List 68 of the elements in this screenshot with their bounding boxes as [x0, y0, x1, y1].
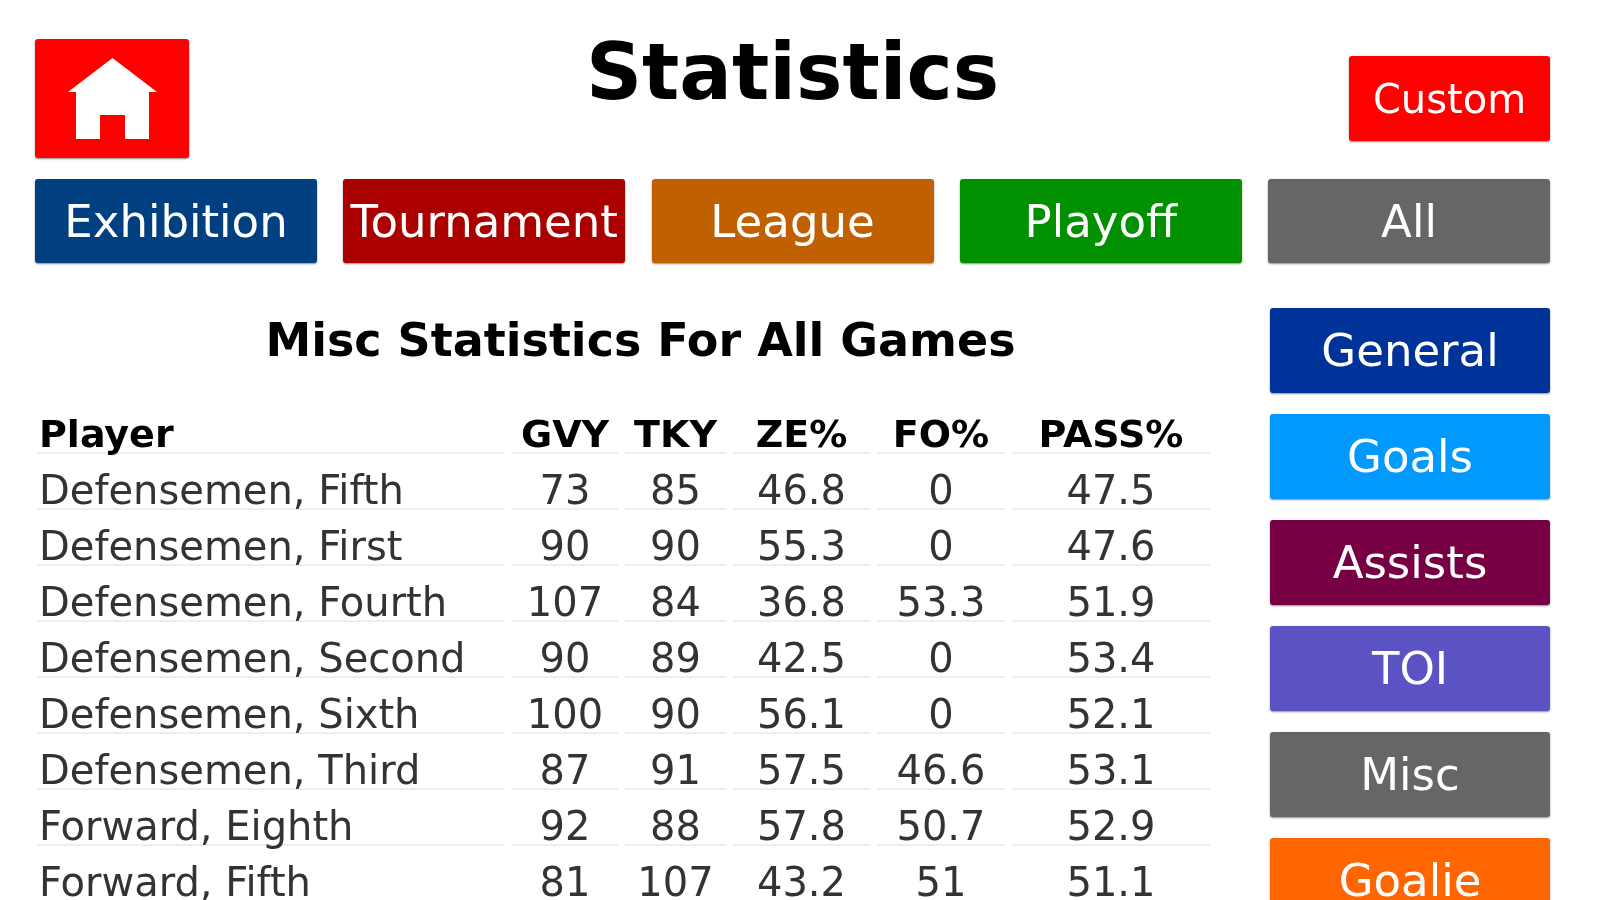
stat-cell: 87 — [512, 734, 618, 790]
stat-cell: 91 — [625, 734, 726, 790]
stat-cell: 52.9 — [1012, 790, 1210, 846]
stat-cell: 51 — [877, 846, 1005, 900]
stat-cell: 0 — [877, 678, 1005, 734]
stat-category-button[interactable]: General — [1270, 308, 1550, 393]
stat-cell: 36.8 — [733, 566, 870, 622]
stat-cell: 0 — [877, 510, 1005, 566]
player-name-cell: Defensemen, Fifth — [37, 454, 505, 510]
stat-cell: 85 — [625, 454, 726, 510]
stat-cell: 57.8 — [733, 790, 870, 846]
column-header: Player — [37, 400, 505, 454]
stat-category-button[interactable]: Misc — [1270, 732, 1550, 817]
home-icon — [67, 58, 157, 139]
stat-category-button[interactable]: Assists — [1270, 520, 1550, 605]
stat-cell: 53.3 — [877, 566, 1005, 622]
stat-cell: 53.4 — [1012, 622, 1210, 678]
stat-category-button[interactable]: TOI — [1270, 626, 1550, 711]
stat-cell: 56.1 — [733, 678, 870, 734]
game-type-button[interactable]: Playoff — [959, 179, 1242, 263]
player-name-cell: Defensemen, Fourth — [37, 566, 505, 622]
page-title: Statistics — [585, 33, 1000, 111]
stat-cell: 47.6 — [1012, 510, 1210, 566]
game-type-button[interactable]: League — [651, 179, 934, 263]
stat-cell: 81 — [512, 846, 618, 900]
stat-cell: 107 — [512, 566, 618, 622]
stat-cell: 90 — [625, 510, 726, 566]
stat-cell: 55.3 — [733, 510, 870, 566]
stat-cell: 92 — [512, 790, 618, 846]
stat-cell: 90 — [512, 622, 618, 678]
custom-button[interactable]: Custom — [1349, 56, 1550, 141]
stat-cell: 73 — [512, 454, 618, 510]
stat-cell: 57.5 — [733, 734, 870, 790]
stat-category-button[interactable]: Goals — [1270, 414, 1550, 499]
stat-cell: 42.5 — [733, 622, 870, 678]
table-heading: Misc Statistics For All Games — [264, 317, 1017, 363]
stat-cell: 43.2 — [733, 846, 870, 900]
stat-cell: 107 — [625, 846, 726, 900]
stat-cell: 51.1 — [1012, 846, 1210, 900]
stat-cell: 90 — [512, 510, 618, 566]
home-button[interactable] — [35, 39, 189, 158]
column-header: PASS% — [1012, 400, 1210, 454]
stat-cell: 100 — [512, 678, 618, 734]
stat-cell: 46.8 — [733, 454, 870, 510]
game-type-button[interactable]: Exhibition — [35, 179, 317, 263]
column-header: FO% — [877, 400, 1005, 454]
game-type-button[interactable]: All — [1268, 179, 1550, 263]
player-name-cell: Defensemen, Second — [37, 622, 505, 678]
stat-cell: 90 — [625, 678, 726, 734]
stat-cell: 0 — [877, 622, 1005, 678]
game-type-button[interactable]: Tournament — [343, 179, 626, 263]
player-name-cell: Defensemen, First — [37, 510, 505, 566]
column-header: ZE% — [733, 400, 870, 454]
stat-cell: 50.7 — [877, 790, 1005, 846]
stat-category-button[interactable]: Goalie — [1270, 838, 1550, 900]
stat-cell: 52.1 — [1012, 678, 1210, 734]
player-name-cell: Defensemen, Sixth — [37, 678, 505, 734]
stat-cell: 47.5 — [1012, 454, 1210, 510]
stat-cell: 88 — [625, 790, 726, 846]
stat-cell: 89 — [625, 622, 726, 678]
player-name-cell: Defensemen, Third — [37, 734, 505, 790]
column-header: TKY — [625, 400, 726, 454]
stat-cell: 46.6 — [877, 734, 1005, 790]
stat-cell: 84 — [625, 566, 726, 622]
stat-cell: 53.1 — [1012, 734, 1210, 790]
stat-cell: 0 — [877, 454, 1005, 510]
stat-cell: 51.9 — [1012, 566, 1210, 622]
column-header: GVY — [512, 400, 618, 454]
